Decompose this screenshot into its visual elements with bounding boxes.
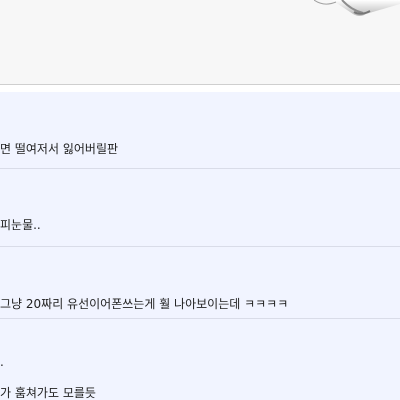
community-comment-page: 면 떨여저서 잃어버릴판 피눈물.. 그냥 20짜리 유선이어폰쓰는게 훨 나아…: [0, 0, 400, 400]
post-image-area: [0, 0, 400, 85]
comment-item: . 가 훔쳐가도 모를듯: [0, 319, 400, 400]
comment-text: 피눈물..: [0, 218, 41, 232]
section-divider: [0, 85, 400, 92]
comment-item: 피눈물..: [0, 169, 400, 247]
comment-item: 면 떨여저서 잃어버릴판: [0, 92, 400, 169]
comment-list: 면 떨여저서 잃어버릴판 피눈물.. 그냥 20짜리 유선이어폰쓰는게 훨 나아…: [0, 92, 400, 400]
comment-text: 그냥 20짜리 유선이어폰쓰는게 훨 나아보이는데 ㅋㅋㅋㅋ: [0, 297, 289, 311]
comment-text: 면 떨여저서 잃어버릴판: [0, 142, 119, 156]
comment-text-line: .: [0, 355, 4, 369]
earphone-image: [314, 0, 400, 18]
comment-text-line: 가 훔쳐가도 모를듯: [0, 386, 96, 400]
comment-item: 그냥 20짜리 유선이어폰쓰는게 훨 나아보이는데 ㅋㅋㅋㅋ: [0, 247, 400, 319]
